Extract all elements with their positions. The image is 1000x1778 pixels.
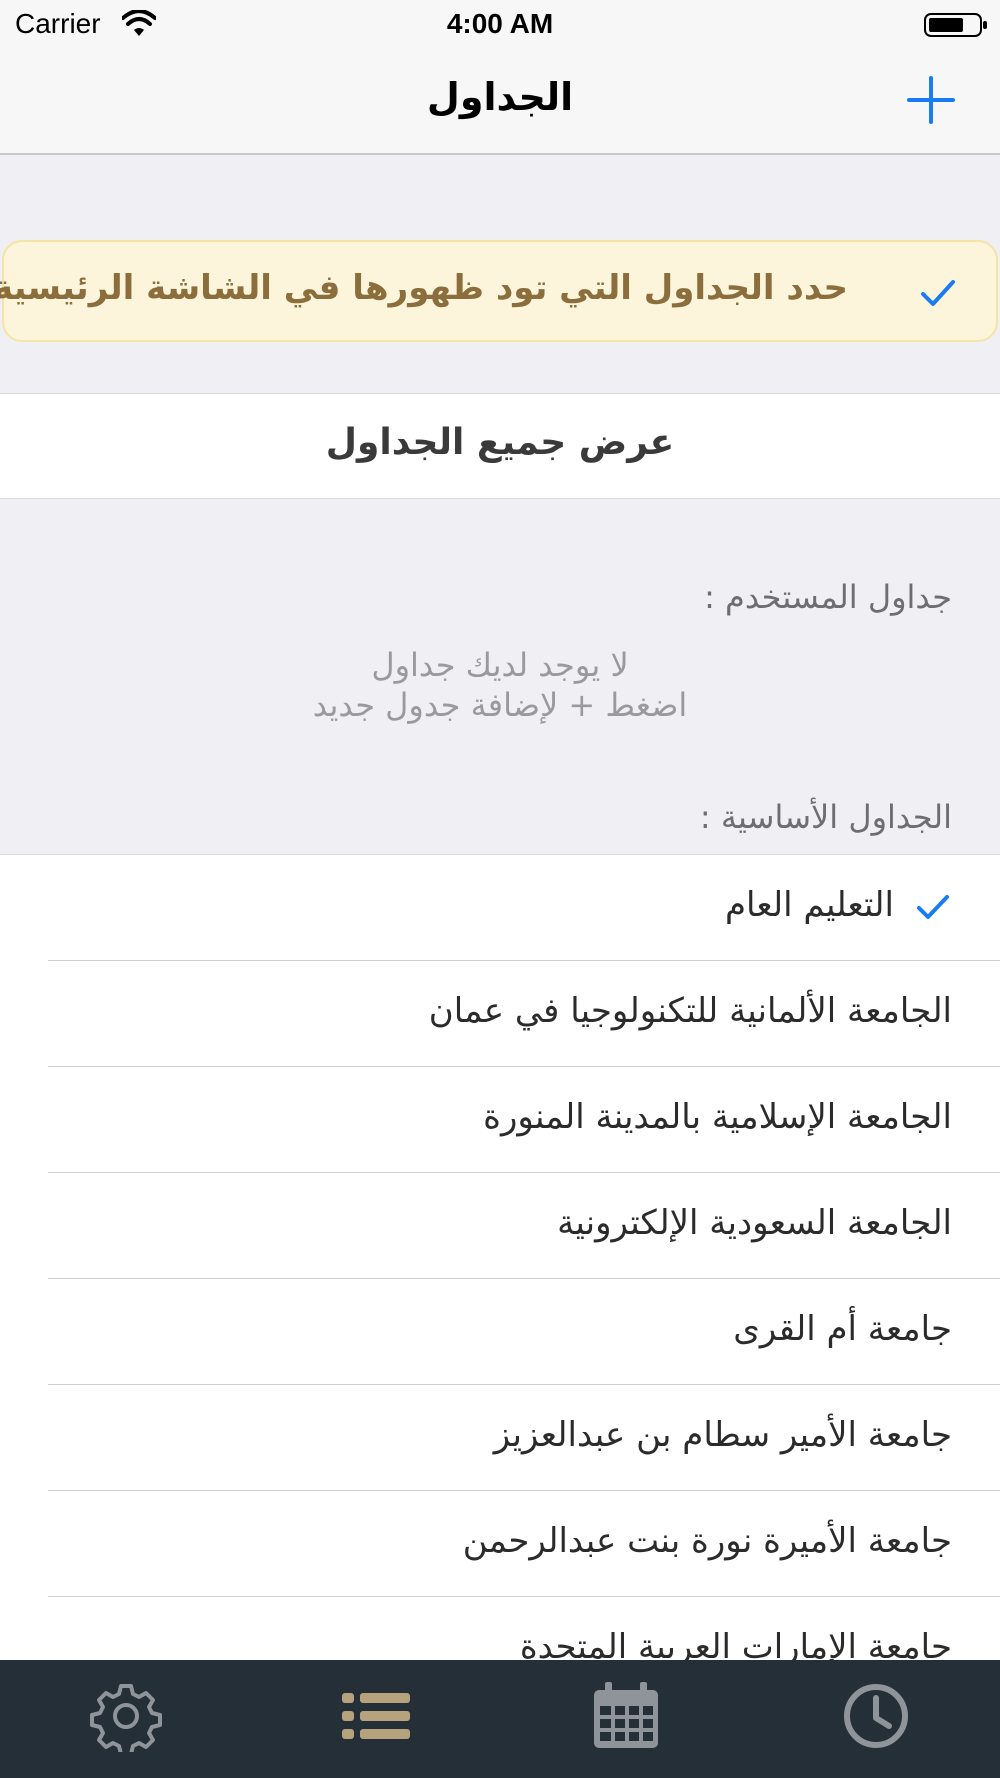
calendar-icon [594,1682,658,1748]
list-item-label: جامعة الأميرة نورة بنت عبدالرحمن [462,1521,952,1561]
basic-schedules-list: التعليم العام الجامعة الألمانية للتكنولو… [0,854,1000,1664]
hint-banner: حدد الجداول التي تود ظهورها في الشاشة ال… [0,240,998,342]
list-item[interactable]: الجامعة الألمانية للتكنولوجيا في عمان [0,961,1000,1067]
empty-message-line1: لا يوجد لديك جداول [371,646,629,684]
list-item-label: الجامعة الألمانية للتكنولوجيا في عمان [428,991,952,1031]
checkmark-icon [916,893,950,921]
list-item[interactable]: جامعة الإمارات العربية المتحدة [0,1597,1000,1664]
list-item[interactable]: جامعة أم القرى [0,1279,1000,1385]
list-item[interactable]: جامعة الأمير سطام بن عبدالعزيز [0,1385,1000,1491]
list-item[interactable]: الجامعة السعودية الإلكترونية [0,1173,1000,1279]
list-item-label: الجامعة الإسلامية بالمدينة المنورة [483,1097,952,1137]
list-item[interactable]: التعليم العام [0,855,1000,961]
add-schedule-button[interactable] [905,74,957,126]
list-item-label: الجامعة السعودية الإلكترونية [557,1203,952,1243]
checkmark-icon [920,278,956,308]
basic-schedules-header: الجداول الأساسية : [699,798,952,836]
list-item[interactable]: جامعة الأميرة نورة بنت عبدالرحمن [0,1491,1000,1597]
tab-clock[interactable] [840,1680,912,1752]
list-item[interactable]: الجامعة الإسلامية بالمدينة المنورة [0,1067,1000,1173]
page-title: الجداول [426,75,574,119]
list-item-label: التعليم العام [724,885,894,925]
show-all-schedules-button[interactable]: عرض جميع الجداول [0,393,1000,499]
tab-schedules[interactable] [340,1680,412,1752]
plus-icon [907,76,955,124]
list-item-label: جامعة الأمير سطام بن عبدالعزيز [493,1415,952,1455]
navigation-bar: الجداول [0,50,1000,155]
list-item-label: جامعة الإمارات العربية المتحدة [519,1627,952,1664]
tab-calendar[interactable] [590,1680,662,1752]
gear-icon [90,1684,162,1756]
empty-message-line2: اضغط + لإضافة جدول جديد [312,686,688,724]
status-time: 4:00 AM [446,8,554,39]
battery-icon [924,10,988,40]
tab-settings[interactable] [90,1680,162,1756]
show-all-label: عرض جميع الجداول [325,422,675,463]
status-bar: Carrier 4:00 AM [0,0,1000,50]
list-icon [342,1693,410,1739]
list-item-label: جامعة أم القرى [733,1309,952,1349]
tab-bar [0,1660,1000,1778]
user-schedules-header: جداول المستخدم : [704,578,952,616]
clock-icon [844,1684,908,1748]
hint-text: حدد الجداول التي تود ظهورها في الشاشة ال… [0,268,848,308]
